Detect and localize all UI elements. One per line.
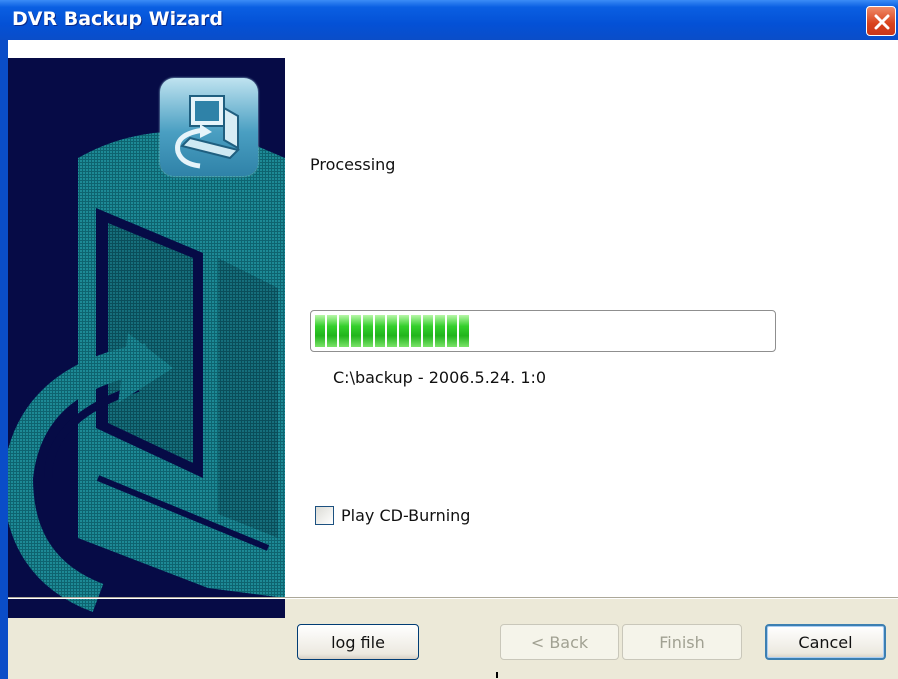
progress-segment [339, 315, 349, 347]
log-file-button[interactable]: log file [297, 624, 419, 660]
finish-button[interactable]: Finish [622, 624, 742, 660]
close-icon [874, 14, 890, 30]
wizard-window: DVR Backup Wizard Processing C:\backup -… [0, 0, 898, 679]
back-button[interactable]: < Back [500, 624, 619, 660]
cancel-button[interactable]: Cancel [765, 624, 886, 660]
progress-segment [447, 315, 457, 347]
progress-segment [315, 315, 325, 347]
window-frame-left [0, 40, 8, 679]
progress-segment [423, 315, 433, 347]
close-button[interactable] [866, 6, 896, 36]
play-cd-burning-option[interactable]: Play CD-Burning [315, 504, 470, 526]
progress-segment [363, 315, 373, 347]
progress-segment [399, 315, 409, 347]
title-bar[interactable]: DVR Backup Wizard [0, 0, 898, 40]
status-text: Processing [310, 155, 396, 174]
window-title: DVR Backup Wizard [12, 8, 223, 30]
side-banner [8, 58, 285, 618]
progress-bar [310, 310, 776, 352]
progress-segment [327, 315, 337, 347]
play-cd-burning-label[interactable]: Play CD-Burning [341, 506, 470, 525]
current-file-text: C:\backup - 2006.5.24. 1:0 [333, 368, 547, 387]
computer-backup-icon [160, 78, 258, 176]
progress-segment [375, 315, 385, 347]
progress-fill [315, 315, 469, 347]
play-cd-burning-checkbox[interactable] [315, 505, 334, 525]
progress-segment [351, 315, 361, 347]
progress-segment [387, 315, 397, 347]
main-area: Processing C:\backup - 2006.5.24. 1:0 Pl… [285, 40, 898, 597]
progress-segment [411, 315, 421, 347]
progress-segment [435, 315, 445, 347]
mouse-cursor [496, 672, 498, 678]
wizard-content: Processing C:\backup - 2006.5.24. 1:0 Pl… [8, 40, 898, 618]
progress-segment [459, 315, 469, 347]
footer-separator [8, 597, 898, 599]
